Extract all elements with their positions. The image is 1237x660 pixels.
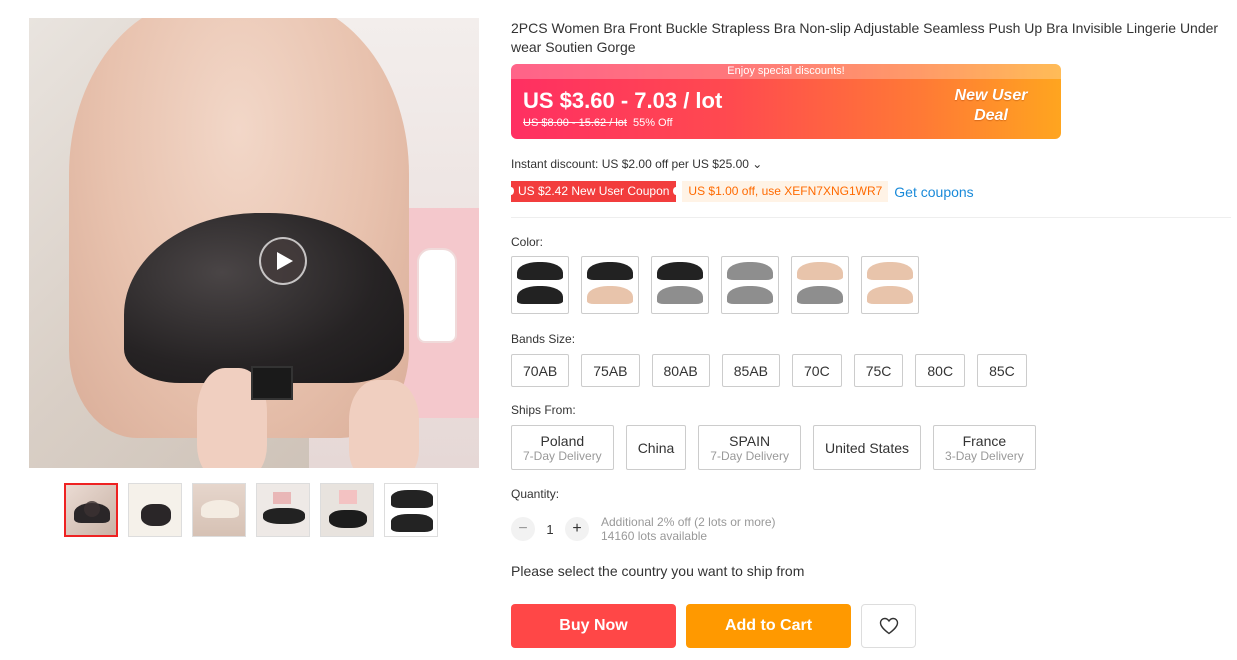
swatch-bottom [867,286,913,304]
thumbnail-image[interactable] [320,483,374,537]
deal-line-1: New User [954,87,1028,104]
ship-option-name: China [637,439,675,456]
price-banner: Enjoy special discounts! US $3.60 - 7.03… [511,64,1061,139]
size-option[interactable]: 70AB [511,354,570,387]
swatch-top [517,262,563,280]
discount-strip: Enjoy special discounts! [511,64,1061,79]
size-option[interactable]: 70C [792,354,842,387]
wishlist-button[interactable] [861,604,916,648]
swatch-bottom [517,286,563,304]
ship-option-france[interactable]: France 3-Day Delivery [933,425,1036,470]
swatch-top [657,262,703,280]
swatch-top [587,262,633,280]
thumbnail-image[interactable] [384,483,438,537]
instant-discount[interactable]: Instant discount: US $2.00 off per US $2… [511,157,762,171]
ships-from-options: Poland 7-Day Delivery China SPAIN 7-Day … [511,425,1036,470]
play-icon [84,501,100,517]
current-price: US $3.60 - 7.03 / lot [523,88,723,113]
quantity-label: Quantity: [511,487,560,501]
deal-line-2: Deal [974,107,1008,124]
swatch-top [727,262,773,280]
quantity-stepper: − 1 + Additional 2% off (2 lots or more)… [511,515,776,543]
thumbnail-video[interactable] [64,483,118,537]
play-video-button[interactable] [259,237,307,285]
heart-icon [879,617,898,635]
ship-option-delivery: 7-Day Delivery [523,448,602,463]
play-icon [277,252,293,270]
coupon-row: US $2.42 New User Coupon US $1.00 off, u… [507,181,974,202]
quantity-bulk-discount: Additional 2% off (2 lots or more) [601,515,776,529]
swatch-top [867,262,913,280]
ship-option-name: Poland [540,432,585,449]
add-to-cart-button[interactable]: Add to Cart [686,604,851,648]
ship-option-name: SPAIN [729,432,771,449]
action-buttons: Buy Now Add to Cart [511,604,916,648]
thumbnail-strip [64,483,438,537]
discount-percent: 55% Off [632,117,673,129]
original-price-row: US $8.00 - 15.62 / lot 55% Off [523,117,673,129]
swatch-bottom [657,286,703,304]
original-price: US $8.00 - 15.62 / lot [523,117,627,129]
coupon-code[interactable]: US $1.00 off, use XEFN7XNG1WR7 [682,181,889,202]
ship-option-poland[interactable]: Poland 7-Day Delivery [511,425,614,470]
image-front-buckle [251,366,293,400]
color-swatch[interactable] [861,256,919,314]
divider [511,217,1231,218]
size-option[interactable]: 80C [915,354,966,387]
size-option[interactable]: 85C [977,354,1027,387]
size-option[interactable]: 75C [853,354,904,387]
ship-option-name: United States [824,439,910,456]
color-swatch[interactable] [581,256,639,314]
size-option[interactable]: 85AB [721,354,780,387]
thumbnail-image[interactable] [128,483,182,537]
thumbnail-image[interactable] [256,483,310,537]
size-option[interactable]: 80AB [651,354,710,387]
color-swatch[interactable] [791,256,849,314]
product-title: 2PCS Women Bra Front Buckle Strapless Br… [511,20,1219,55]
quantity-info: Additional 2% off (2 lots or more) 14160… [601,515,776,543]
color-swatch[interactable] [721,256,779,314]
ship-option-united-states[interactable]: United States [812,425,922,470]
swatch-bottom [797,286,843,304]
color-swatch[interactable] [511,256,569,314]
quantity-available: 14160 lots available [601,529,708,543]
image-bottle [417,248,457,343]
ship-option-china[interactable]: China [625,425,687,470]
select-country-message: Please select the country you want to sh… [511,563,805,579]
color-label: Color: [511,235,544,249]
quantity-value[interactable]: 1 [535,522,565,537]
color-swatches [511,256,919,314]
ships-from-label: Ships From: [511,403,576,417]
ship-option-spain[interactable]: SPAIN 7-Day Delivery [698,425,801,470]
ship-option-name: France [962,432,1007,449]
bands-size-label: Bands Size: [511,332,576,346]
new-user-deal-badge: New User Deal [941,86,1041,126]
new-user-coupon[interactable]: US $2.42 New User Coupon [507,181,680,202]
main-product-image[interactable] [29,18,479,468]
quantity-decrease-button[interactable]: − [511,517,535,541]
ship-option-delivery: 3-Day Delivery [945,448,1024,463]
thumbnail-image[interactable] [192,483,246,537]
ship-option-delivery: 7-Day Delivery [710,448,789,463]
size-option[interactable]: 75AB [581,354,640,387]
swatch-top [797,262,843,280]
image-right-hand [349,380,419,468]
swatch-bottom [587,286,633,304]
buy-now-button[interactable]: Buy Now [511,604,676,648]
bands-size-options: 70AB 75AB 80AB 85AB 70C 75C 80C 85C [511,354,1027,387]
color-swatch[interactable] [651,256,709,314]
swatch-bottom [727,286,773,304]
quantity-increase-button[interactable]: + [565,517,589,541]
get-coupons-link[interactable]: Get coupons [894,184,973,200]
